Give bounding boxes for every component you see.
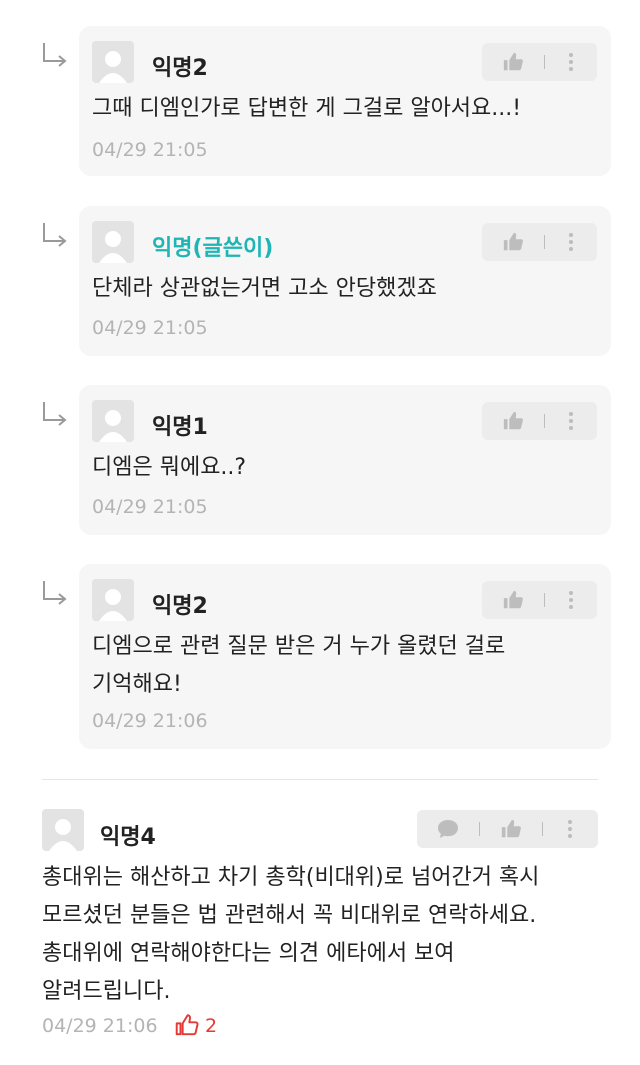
reply-arrow-icon [43, 402, 67, 426]
reply-arrow-icon [43, 43, 67, 67]
reply-body: 단체라 상관없는거면 고소 안당했겠죠 [92, 276, 437, 301]
avatar [42, 809, 84, 851]
like-button[interactable] [480, 810, 542, 848]
thumbs-up-icon [501, 819, 521, 838]
reply-card: 익명1 디엠은 뭐에요..? 04/29 21:05 [79, 385, 611, 535]
avatar-icon [49, 819, 77, 851]
more-vertical-icon [569, 591, 573, 609]
reply-body: 디엠은 뭐에요..? [92, 455, 247, 480]
reply-body: 디엠으로 관련 질문 받은 거 누가 올렸던 걸로 기억해요! [92, 634, 506, 697]
timestamp: 04/29 21:05 [92, 496, 208, 518]
comment-body: 총대위는 해산하고 차기 총학(비대위)로 넘어간거 혹시 모르셨던 분들은 법… [42, 865, 540, 1004]
timestamp: 04/29 21:05 [92, 139, 208, 161]
reply-item: 익명2 그때 디엠인가로 답변한 게 그걸로 알아서요...! 04/29 21… [0, 26, 640, 176]
reply-item: 익명(글쓴이) 단체라 상관없는거면 고소 안당했겠죠 04/29 21:05 [0, 206, 640, 356]
reply-actions [482, 43, 597, 81]
author-name: 익명4 [100, 825, 156, 850]
author-name: 익명(글쓴이) [152, 236, 274, 261]
author-name: 익명1 [152, 415, 208, 440]
reply-body: 그때 디엠인가로 답변한 게 그걸로 알아서요...! [92, 96, 522, 121]
avatar-icon [99, 410, 127, 442]
more-button[interactable] [545, 223, 597, 261]
like-button[interactable] [482, 581, 544, 619]
more-vertical-icon [569, 412, 573, 430]
reply-actions [482, 402, 597, 440]
more-button[interactable] [545, 581, 597, 619]
author-name: 익명2 [152, 594, 208, 619]
reply-arrow-icon [43, 581, 67, 605]
divider [42, 779, 598, 780]
avatar [92, 579, 134, 621]
timestamp: 04/29 21:06 [92, 710, 208, 732]
avatar [92, 41, 134, 83]
like-button[interactable] [482, 223, 544, 261]
reply-item: 익명1 디엠은 뭐에요..? 04/29 21:05 [0, 385, 640, 535]
more-vertical-icon [568, 820, 572, 838]
avatar [92, 221, 134, 263]
reply-card: 익명(글쓴이) 단체라 상관없는거면 고소 안당했겠죠 04/29 21:05 [79, 206, 611, 356]
more-button[interactable] [545, 43, 597, 81]
reply-arrow-icon [43, 223, 67, 247]
avatar-icon [99, 231, 127, 263]
thumbs-up-icon [503, 52, 523, 71]
reply-card: 익명2 그때 디엠인가로 답변한 게 그걸로 알아서요...! 04/29 21… [79, 26, 611, 176]
timestamp: 04/29 21:06 [42, 1015, 158, 1037]
reply-button[interactable] [417, 810, 479, 848]
more-button[interactable] [545, 402, 597, 440]
reply-card: 익명2 디엠으로 관련 질문 받은 거 누가 올렸던 걸로 기억해요! 04/2… [79, 564, 611, 749]
comment-item: 익명4 총대위는 해산하고 차기 총학(비대위)로 넘어간거 혹시 모르셨던 분… [0, 800, 640, 1050]
reply-actions [482, 581, 597, 619]
like-count: 2 [205, 1015, 218, 1037]
reply-item: 익명2 디엠으로 관련 질문 받은 거 누가 올렸던 걸로 기억해요! 04/2… [0, 564, 640, 749]
reply-actions [482, 223, 597, 261]
comment-actions [417, 810, 598, 848]
speech-bubble-icon [438, 820, 458, 838]
thumbs-up-icon [503, 590, 523, 609]
thumbs-up-icon [503, 411, 523, 430]
avatar [92, 400, 134, 442]
avatar-icon [99, 589, 127, 621]
more-vertical-icon [569, 53, 573, 71]
avatar-icon [99, 51, 127, 83]
like-button[interactable] [482, 43, 544, 81]
timestamp: 04/29 21:05 [92, 317, 208, 339]
more-vertical-icon [569, 233, 573, 251]
thumbs-up-icon [503, 232, 523, 251]
author-name: 익명2 [152, 56, 208, 81]
like-button[interactable] [482, 402, 544, 440]
like-thumbs-up-icon [175, 1014, 199, 1036]
more-button[interactable] [543, 810, 597, 848]
